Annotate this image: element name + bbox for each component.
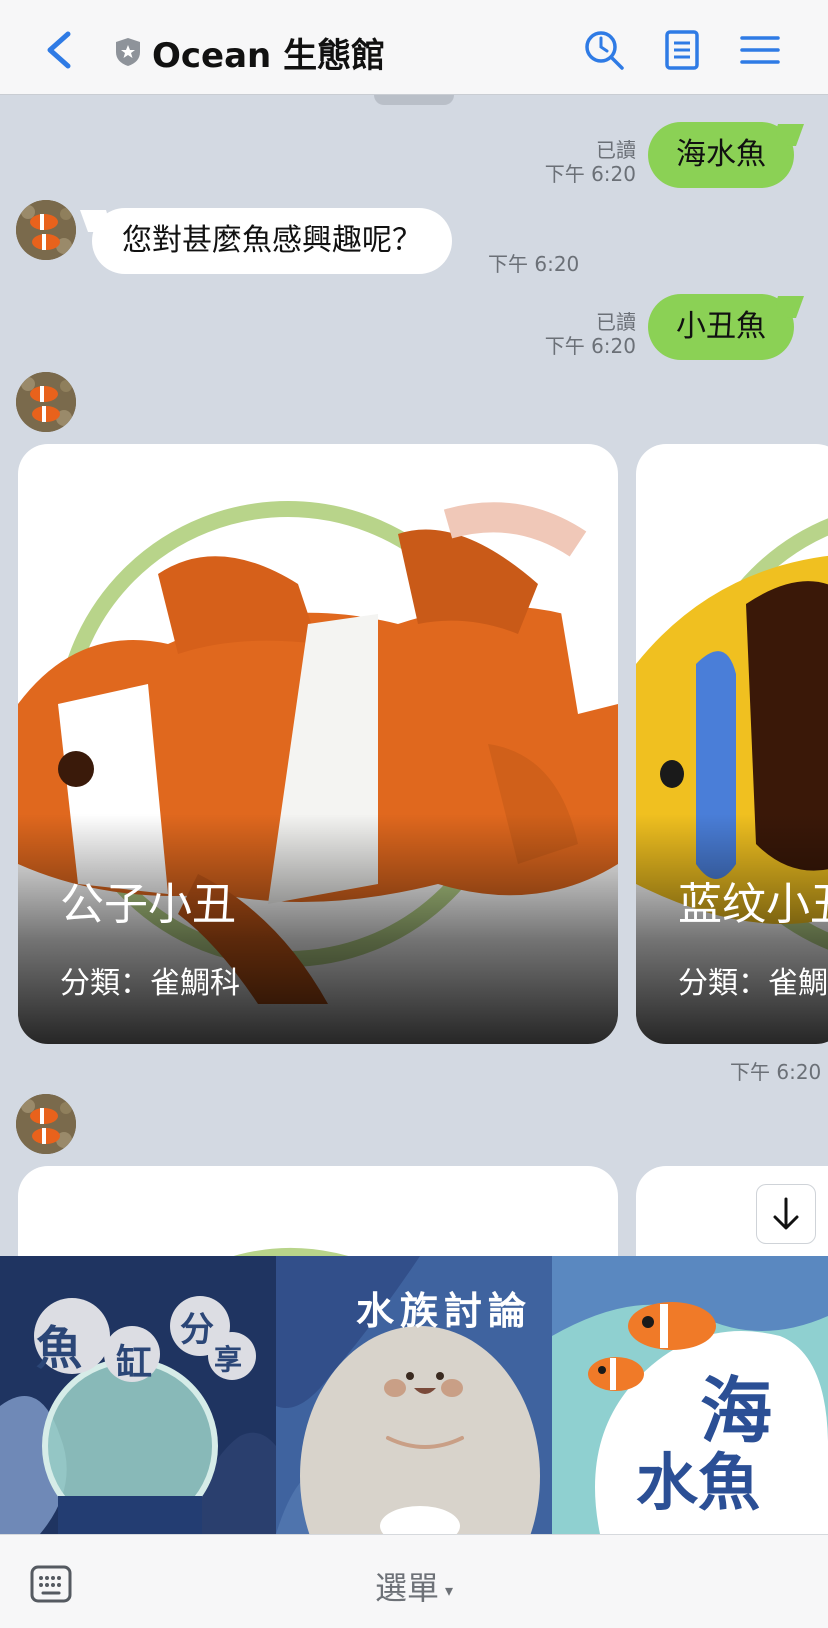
hamburger-menu-icon[interactable] [738, 28, 782, 72]
clownfish-avatar-icon [16, 372, 76, 432]
message-meta: 已讀 下午 6:20 [545, 138, 636, 186]
read-receipt: 已讀 [596, 310, 636, 334]
fish-card[interactable]: 公子小丑 分類：雀鯛科 [18, 444, 618, 1044]
fish-card[interactable]: 蓝纹小丑 分類：雀鯛科 [636, 444, 828, 1044]
rich-menu-banner[interactable]: 魚 缸 分 享 水族討論 海 水魚 [0, 1256, 828, 1534]
banner-text: 享 [214, 1343, 243, 1376]
card-subtitle: 分類：雀鯛科 [60, 966, 240, 1001]
banner-text: 分 [180, 1310, 214, 1350]
message-time: 下午 6:20 [544, 162, 636, 186]
chat-header: Ocean 生態館 [0, 0, 828, 95]
clownfish-avatar-icon [16, 200, 76, 260]
caret-down-icon: ▾ [444, 1580, 454, 1600]
banner-text: 水魚 [636, 1446, 761, 1519]
bottom-bar: 選單 ▾ [0, 1534, 828, 1628]
message-time: 下午 6:20 [544, 334, 636, 358]
menu-label: 選單 [374, 1569, 439, 1607]
outgoing-bubble[interactable]: 海水魚 [648, 122, 794, 188]
arrow-down-icon [773, 1197, 799, 1230]
chat-title: Ocean 生態館 [152, 36, 386, 76]
read-receipt: 已讀 [596, 138, 636, 162]
pull-indicator [374, 95, 454, 105]
avatar[interactable] [16, 372, 76, 432]
message-time: 下午 6:20 [488, 252, 580, 276]
banner-text: 水族討論 [356, 1289, 533, 1333]
notes-icon[interactable] [660, 28, 704, 72]
card-title: 蓝纹小丑 [678, 879, 828, 930]
shield-star-icon [116, 38, 140, 66]
rich-menu-toggle[interactable]: 選單 ▾ [0, 1563, 828, 1609]
incoming-bubble[interactable]: 您對甚麼魚感興趣呢？ [92, 208, 452, 274]
card-title: 公子小丑 [60, 879, 236, 930]
history-search-icon[interactable] [582, 28, 626, 72]
avatar[interactable] [16, 200, 76, 260]
banner-text: 缸 [116, 1343, 153, 1384]
clownfish-avatar-icon [16, 1094, 76, 1154]
banner-text: 魚 [36, 1321, 82, 1375]
avatar[interactable] [16, 1094, 76, 1154]
scroll-down-button[interactable] [756, 1184, 816, 1244]
card-subtitle: 分類：雀鯛科 [678, 966, 828, 1001]
message-meta: 已讀 下午 6:20 [545, 310, 636, 358]
outgoing-bubble[interactable]: 小丑魚 [648, 294, 794, 360]
message-time: 下午 6:20 [730, 1060, 822, 1084]
back-chevron-icon[interactable] [40, 28, 80, 72]
